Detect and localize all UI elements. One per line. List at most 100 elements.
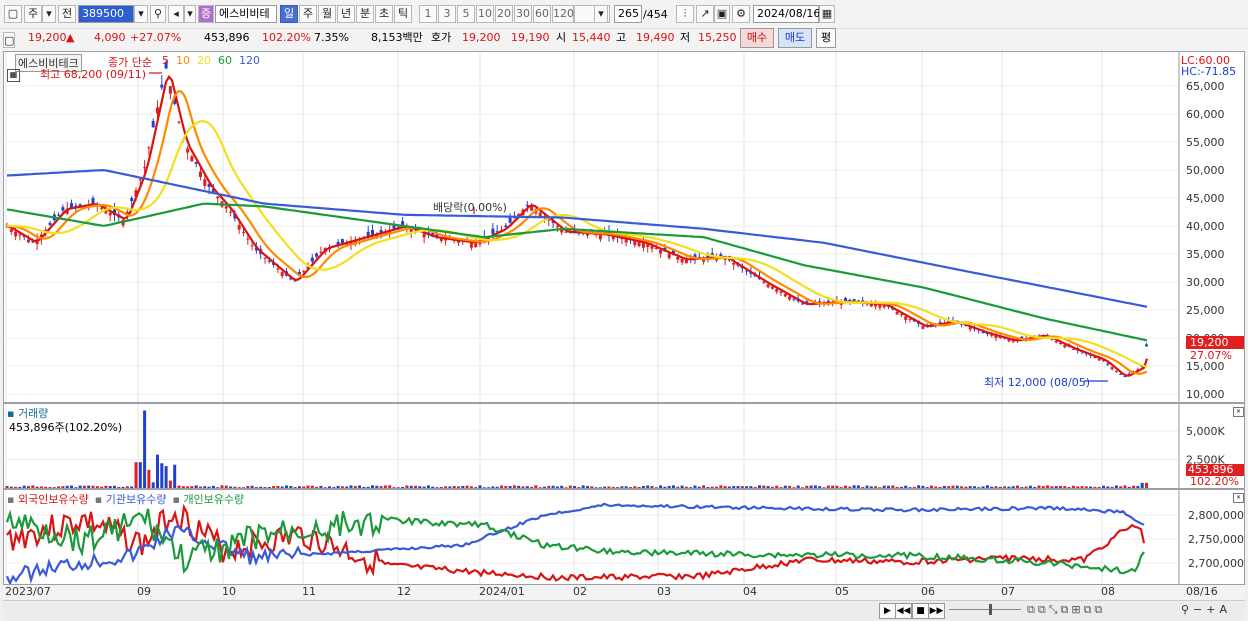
volume-bar [1080, 486, 1084, 488]
volume-bar [125, 486, 129, 488]
candle-body [27, 239, 30, 243]
code-input[interactable]: 389500 [78, 5, 134, 23]
volume-bar [779, 487, 783, 488]
x-axis-label: 03 [657, 585, 671, 598]
volume-bar [500, 485, 503, 488]
interval-button[interactable]: 1 [419, 5, 437, 23]
chevron-down-icon[interactable]: ▾ [42, 5, 56, 23]
interval-button[interactable]: 10 [476, 5, 494, 23]
gear-icon[interactable]: ⚙ [732, 5, 750, 23]
holdings-pane[interactable]: 2,800,000 2,750,000 2,700,000 ▪ 외국인보유수량 ▪ 기… [3, 489, 1245, 585]
interval-button[interactable]: 20 [495, 5, 513, 23]
candle-body [203, 179, 207, 186]
holdings-close-icon[interactable]: × [1233, 493, 1244, 503]
volume-bar [280, 486, 284, 488]
window-icon[interactable]: ▢ [4, 5, 22, 23]
volume-bar [246, 486, 250, 488]
volume-bar [719, 485, 723, 488]
volume-bar [1114, 485, 1118, 488]
candle-body [779, 291, 783, 293]
volume-bar [727, 486, 731, 488]
ma-legend-item[interactable]: 10 [176, 54, 190, 67]
ma-legend-item[interactable]: 5 [162, 54, 169, 67]
stock-name-field[interactable]: 에스비비테 [215, 5, 277, 23]
fast-forward-icon[interactable]: ▶▶ [928, 603, 945, 619]
grid-toggle-icon[interactable]: ▦ [7, 69, 20, 82]
interval-button[interactable]: 3 [438, 5, 456, 23]
volume-bar [276, 485, 280, 488]
speaker-icon[interactable]: ◂ [168, 5, 184, 23]
search-icon[interactable]: ⚲ [150, 5, 166, 23]
period-button[interactable]: 틱 [394, 5, 412, 23]
period-button[interactable]: 초 [375, 5, 393, 23]
volume-bar [1067, 487, 1071, 488]
holdings-legend-item[interactable]: ▪ 외국인보유수량 [7, 493, 89, 506]
code-dropdown-icon[interactable]: ▾ [134, 5, 148, 23]
draw-icon[interactable]: ↗ [696, 5, 714, 23]
count-input[interactable]: 265 [614, 5, 642, 23]
period-button[interactable]: 주 [299, 5, 317, 23]
zoom-controls-icon[interactable]: ⚲−+A [1181, 603, 1231, 616]
candle-body [1145, 344, 1148, 347]
rewind-icon[interactable]: ◀◀ [895, 603, 912, 619]
volume-bar [611, 486, 615, 488]
holdings-legend-item[interactable]: ▪ 기관보유수량 [95, 493, 167, 506]
volume-bar [1106, 486, 1110, 488]
volume-bar [831, 485, 835, 488]
candle-body [899, 314, 903, 316]
candle-body [766, 284, 770, 288]
pane-close-icon[interactable]: × [1233, 407, 1244, 417]
holdings-legend-label[interactable]: 개인보유수량 [183, 493, 244, 506]
candle-body [199, 171, 202, 178]
prev-button[interactable]: 전 [58, 5, 76, 23]
sell-button[interactable]: 매도 [778, 28, 812, 48]
scroll-right-icon[interactable]: ▶ [879, 603, 896, 619]
quote-menu-icon[interactable]: ▢ [3, 32, 15, 48]
buy-button[interactable]: 매수 [740, 28, 774, 48]
candle-icon[interactable]: ⫶ [676, 5, 694, 23]
zoom-slider-handle[interactable] [989, 604, 992, 615]
volume-bar [31, 485, 35, 488]
volume-bar [887, 485, 890, 488]
interval-button[interactable]: 5 [457, 5, 475, 23]
volume-bar [998, 486, 1002, 488]
candle-body [340, 239, 344, 244]
calendar-icon[interactable]: ▦ [819, 5, 835, 23]
date-input[interactable]: 2024/08/16 [753, 5, 820, 23]
price-pane[interactable]: 65,000 60,000 55,000 50,000 45,000 40,000 35,0… [3, 51, 1245, 403]
ma-legend-item[interactable]: 120 [239, 54, 260, 67]
period-button[interactable]: 월 [318, 5, 336, 23]
speaker-dropdown-icon[interactable]: ▾ [184, 5, 196, 23]
interval-dropdown-icon[interactable]: ▾ [594, 5, 608, 23]
ma-legend-item[interactable]: 60 [218, 54, 232, 67]
volume-bar [805, 485, 809, 488]
volume-pane[interactable]: 5,000K 2,500K ▪ 거래량 453,896주(102.20%) × 4… [3, 403, 1245, 489]
interval-button[interactable]: 30 [514, 5, 532, 23]
legend-marker-icon: ▪ [7, 493, 18, 506]
volume-bar [160, 463, 164, 488]
candle-body [895, 311, 899, 315]
ma-legend-item[interactable]: 20 [197, 54, 211, 67]
volume-bar [603, 486, 607, 488]
volume-bar [285, 485, 288, 488]
interval-button[interactable]: 60 [533, 5, 551, 23]
period-button[interactable]: 일 [280, 5, 298, 23]
volume-bar [848, 486, 852, 488]
legend-marker-icon: ▪ [94, 493, 106, 506]
interval-button[interactable]: 120 [552, 5, 574, 23]
volume-bar [448, 486, 452, 488]
holdings-legend-label[interactable]: 외국인보유수량 [18, 493, 89, 506]
zoom-slider-track[interactable] [949, 609, 1021, 610]
holdings-legend-item[interactable]: ▪ 개인보유수량 [172, 493, 244, 506]
save-icon[interactable]: ▣ [714, 5, 730, 23]
stop-icon[interactable]: ■ [912, 603, 929, 619]
period-button[interactable]: 년 [337, 5, 355, 23]
holdings-legend-label[interactable]: 기관보유수량 [106, 493, 167, 506]
volume-bar [1011, 486, 1015, 488]
type-selector[interactable]: 주 [24, 5, 42, 23]
view-tools-icon[interactable]: ⧉⧉⤡⧉⊞⧉⧉ [1027, 603, 1105, 617]
period-button[interactable]: 분 [356, 5, 374, 23]
volume-bar [706, 487, 710, 488]
eval-button[interactable]: 평 [816, 28, 836, 48]
x-axis-label: 12 [397, 585, 411, 598]
